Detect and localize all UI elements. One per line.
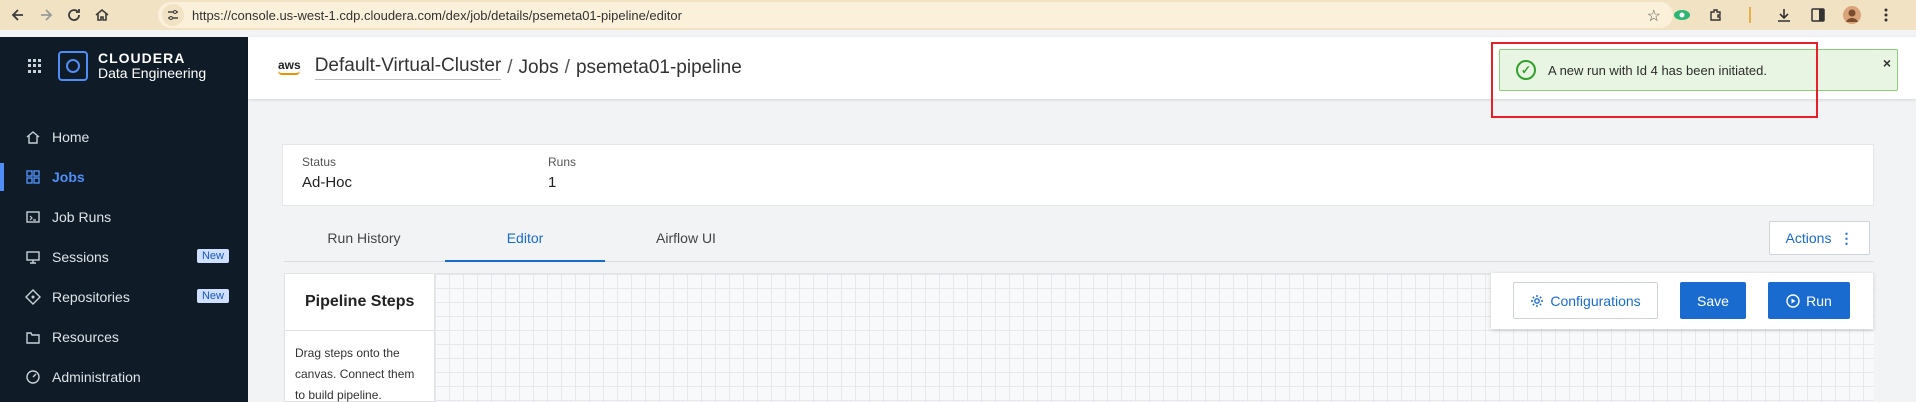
job-tabs: Run History Editor Airflow UI: [284, 218, 1874, 262]
configurations-label: Configurations: [1550, 292, 1641, 309]
profile-avatar[interactable]: [1842, 5, 1862, 25]
extensions-area: [1672, 5, 1896, 25]
sidebar: CLOUDERA Data Engineering Home Jobs Job …: [0, 37, 248, 402]
job-summary-card: Status Ad-Hoc Runs 1: [282, 144, 1874, 206]
sidebar-item-label: Resources: [52, 329, 119, 345]
configurations-button[interactable]: Configurations: [1513, 282, 1658, 319]
annotation-highlight-box: [1491, 42, 1818, 118]
app-launcher-icon[interactable]: [28, 59, 42, 73]
back-icon[interactable]: [8, 5, 28, 25]
run-button[interactable]: Run: [1768, 282, 1850, 319]
runs-field: Runs 1: [548, 155, 576, 191]
home-icon: [24, 128, 42, 146]
actions-button[interactable]: Actions ⋮: [1769, 221, 1870, 255]
brand: CLOUDERA Data Engineering: [28, 51, 206, 81]
actions-label: Actions: [1785, 230, 1832, 246]
close-icon[interactable]: ×: [1883, 55, 1891, 71]
gear-icon: [1530, 294, 1544, 308]
bookmark-star-icon[interactable]: ☆: [1647, 6, 1661, 26]
save-button[interactable]: Save: [1680, 282, 1746, 319]
sidebar-item-sessions[interactable]: Sessions New: [0, 237, 248, 277]
brand-product: Data Engineering: [98, 65, 207, 81]
run-label: Run: [1806, 292, 1832, 309]
sidebar-item-repositories[interactable]: Repositories New: [0, 277, 248, 317]
resources-icon: [24, 328, 42, 346]
sidebar-item-label: Repositories: [52, 289, 130, 305]
pipeline-steps-title: Pipeline Steps: [285, 274, 434, 331]
browser-toolbar: https://console.us-west-1.cdp.cloudera.c…: [0, 0, 1916, 30]
pipeline-steps-description: Drag steps onto the canvas. Connect them…: [295, 346, 415, 402]
sidebar-item-jobs[interactable]: Jobs: [0, 157, 248, 197]
tab-run-history[interactable]: Run History: [284, 218, 444, 262]
sidebar-item-home[interactable]: Home: [0, 117, 248, 157]
browser-menu-icon[interactable]: [1876, 5, 1896, 25]
sidebar-item-label: Job Runs: [52, 209, 112, 225]
pipeline-steps-panel: Pipeline Steps Drag steps onto the canva…: [284, 273, 435, 402]
cloudera-logo-icon: [58, 51, 88, 81]
sidebar-item-job-runs[interactable]: Job Runs: [0, 197, 248, 237]
brand-name: CLOUDERA: [98, 50, 186, 66]
repositories-icon: [24, 288, 42, 306]
sidebar-nav: Home Jobs Job Runs Sessions New Reposito…: [0, 117, 248, 397]
tab-editor[interactable]: Editor: [445, 218, 605, 262]
more-vertical-icon: ⋮: [1839, 229, 1854, 246]
home-page-icon[interactable]: [92, 5, 112, 25]
sessions-icon: [24, 248, 42, 266]
runs-value: 1: [548, 174, 557, 191]
download-icon[interactable]: [1774, 5, 1794, 25]
breadcrumb-job-name: psemeta01-pipeline: [575, 56, 742, 78]
sidebar-item-label: Administration: [52, 369, 141, 385]
new-badge: New: [196, 249, 229, 263]
aws-logo-icon: aws: [278, 59, 301, 75]
status-value: Ad-Hoc: [302, 174, 353, 191]
breadcrumb-separator: /: [507, 56, 513, 78]
play-circle-icon: [1786, 293, 1800, 308]
status-field: Status Ad-Hoc: [302, 155, 352, 191]
url-text: https://console.us-west-1.cdp.cloudera.c…: [192, 7, 682, 23]
sidebar-item-administration[interactable]: Administration: [0, 357, 248, 397]
address-bar[interactable]: https://console.us-west-1.cdp.cloudera.c…: [158, 2, 1673, 28]
new-badge: New: [196, 289, 229, 303]
runs-label: Runs: [548, 155, 577, 169]
breadcrumb-jobs[interactable]: Jobs: [519, 57, 559, 79]
forward-icon[interactable]: [36, 5, 56, 25]
side-panel-icon[interactable]: [1808, 5, 1828, 25]
toolbar-divider: [1740, 5, 1760, 25]
jobs-icon: [24, 168, 42, 186]
reload-icon[interactable]: [64, 5, 84, 25]
administration-icon: [24, 368, 42, 386]
job-runs-icon: [24, 208, 42, 226]
sidebar-item-label: Jobs: [52, 169, 85, 185]
site-settings-icon[interactable]: [162, 4, 184, 26]
breadcrumb-cluster[interactable]: Default-Virtual-Cluster: [314, 55, 502, 80]
breadcrumb: aws Default-Virtual-Cluster / Jobs / pse…: [278, 55, 742, 80]
tab-airflow-ui[interactable]: Airflow UI: [606, 218, 766, 262]
sidebar-item-label: Home: [52, 129, 90, 145]
puzzle-extensions-icon[interactable]: [1706, 5, 1726, 25]
status-label: Status: [302, 155, 337, 169]
editor-toolbar: Configurations Save Run: [1491, 273, 1873, 329]
breadcrumb-separator: /: [564, 56, 570, 78]
sidebar-item-label: Sessions: [52, 249, 109, 265]
eye-extension-icon[interactable]: [1672, 5, 1692, 25]
sidebar-item-resources[interactable]: Resources: [0, 317, 248, 357]
